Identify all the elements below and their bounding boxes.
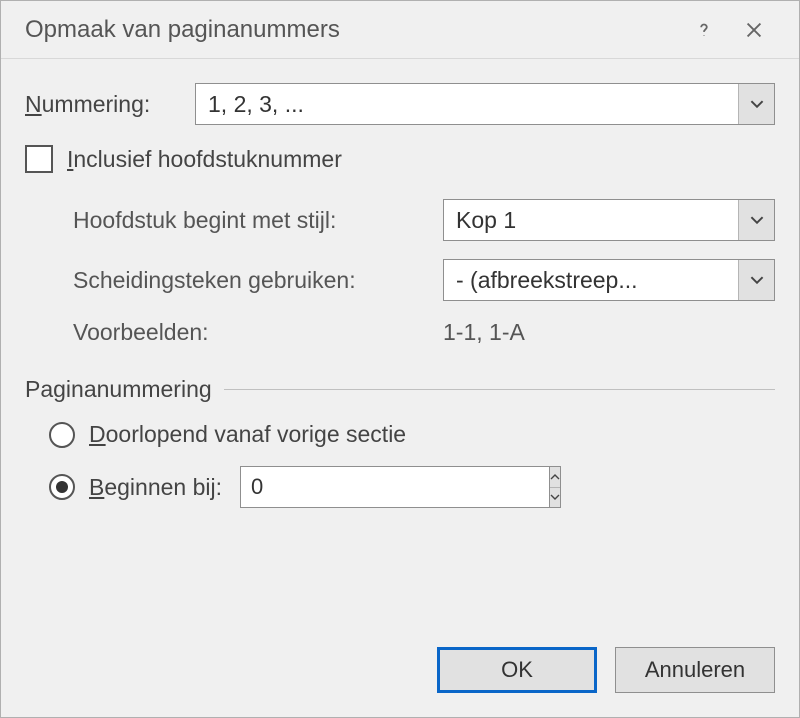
- close-button[interactable]: [729, 8, 779, 52]
- separator-label: Scheidingsteken gebruiken:: [73, 267, 443, 294]
- examples-label: Voorbeelden:: [73, 319, 443, 346]
- page-number-format-dialog: Opmaak van paginanummers Nummering: 1, 2…: [0, 0, 800, 718]
- ok-button[interactable]: OK: [437, 647, 597, 693]
- chevron-down-icon: [738, 260, 774, 300]
- continue-radio[interactable]: [49, 422, 75, 448]
- dialog-title: Opmaak van paginanummers: [25, 16, 679, 44]
- separator-combo[interactable]: - (afbreekstreep...: [443, 259, 775, 301]
- start-at-label: Beginnen bij:: [89, 474, 222, 501]
- include-chapter-label: Inclusief hoofdstuknummer: [67, 146, 342, 173]
- chapter-style-value: Kop 1: [456, 207, 516, 234]
- chevron-down-icon: [738, 84, 774, 124]
- dialog-footer: OK Annuleren: [1, 631, 799, 717]
- chevron-down-icon: [738, 200, 774, 240]
- numbering-label: Nummering:: [25, 91, 195, 118]
- separator-value: - (afbreekstreep...: [456, 267, 638, 294]
- chapter-style-combo[interactable]: Kop 1: [443, 199, 775, 241]
- cancel-button[interactable]: Annuleren: [615, 647, 775, 693]
- number-format-value: 1, 2, 3, ...: [208, 91, 304, 118]
- chapter-style-label: Hoofdstuk begint met stijl:: [73, 207, 443, 234]
- page-numbering-group-label: Paginanummering: [25, 376, 212, 403]
- titlebar: Opmaak van paginanummers: [1, 1, 799, 59]
- spinner-up-icon[interactable]: [550, 467, 560, 488]
- start-at-spinner[interactable]: [240, 466, 410, 508]
- examples-value: 1-1, 1-A: [443, 319, 525, 346]
- start-at-radio[interactable]: [49, 474, 75, 500]
- number-format-combo[interactable]: 1, 2, 3, ...: [195, 83, 775, 125]
- continue-label: Doorlopend vanaf vorige sectie: [89, 421, 406, 448]
- start-at-input[interactable]: [240, 466, 549, 508]
- divider: [224, 389, 775, 390]
- dialog-content: Nummering: 1, 2, 3, ... Inclusief hoofds…: [1, 59, 799, 631]
- spinner-down-icon[interactable]: [550, 488, 560, 508]
- include-chapter-checkbox[interactable]: [25, 145, 53, 173]
- help-button[interactable]: [679, 8, 729, 52]
